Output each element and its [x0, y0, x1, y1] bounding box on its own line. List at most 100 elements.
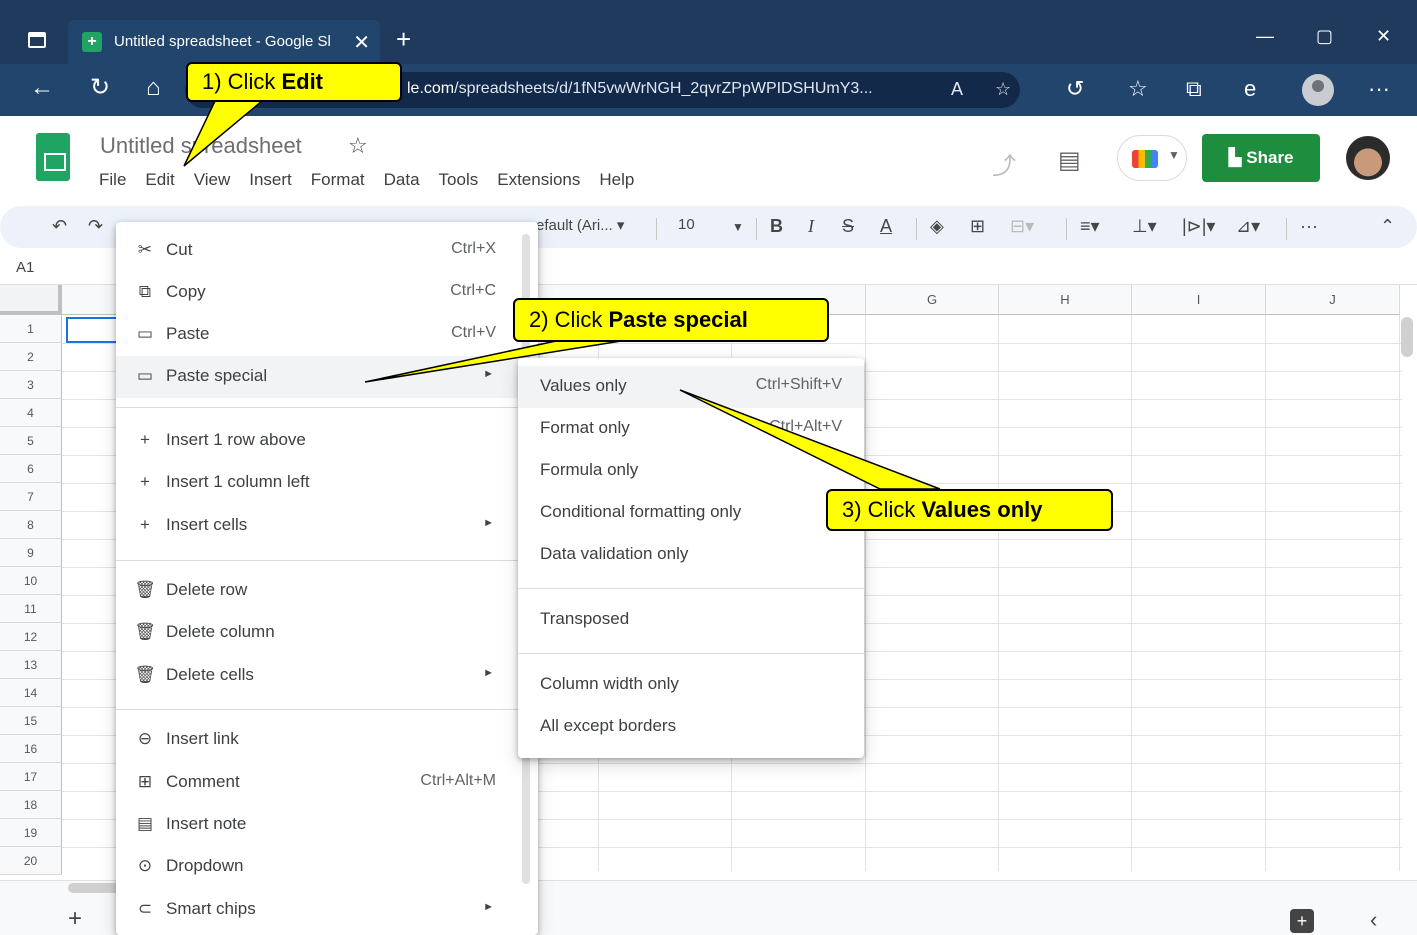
- italic-icon[interactable]: I: [808, 216, 814, 237]
- add-sheet-button[interactable]: +: [68, 905, 82, 933]
- back-icon[interactable]: ←: [30, 76, 54, 100]
- row-header[interactable]: 18: [0, 791, 62, 819]
- menu-item-comment[interactable]: ⊞ Comment Ctrl+Alt+M: [116, 762, 538, 804]
- horizontal-align-icon[interactable]: ≡▾: [1080, 216, 1100, 237]
- meet-button[interactable]: ▼: [1117, 135, 1187, 181]
- chevron-left-icon[interactable]: ‹: [1370, 907, 1377, 933]
- browser-tab[interactable]: + Untitled spreadsheet - Google Sl ✕: [68, 20, 380, 64]
- row-header[interactable]: 6: [0, 455, 62, 483]
- menu-format[interactable]: Format: [311, 170, 365, 189]
- submenu-item-data-validation-only[interactable]: Data validation only: [518, 534, 864, 576]
- submenu-item-transposed[interactable]: Transposed: [518, 599, 864, 641]
- extension-icon[interactable]: ↺: [1066, 76, 1084, 102]
- row-header[interactable]: 10: [0, 567, 62, 595]
- menu-item-copy[interactable]: ⧉ Copy Ctrl+C: [116, 272, 538, 314]
- favorite-icon[interactable]: ☆: [995, 79, 1011, 100]
- collapse-toolbar-icon[interactable]: ⌃: [1380, 216, 1395, 237]
- row-header[interactable]: 8: [0, 511, 62, 539]
- menu-item-delete-column[interactable]: 🗑 Delete column: [116, 612, 538, 654]
- more-toolbar-icon[interactable]: ···: [1300, 216, 1318, 237]
- sheets-logo-icon[interactable]: [36, 133, 70, 181]
- row-header[interactable]: 9: [0, 539, 62, 567]
- borders-icon[interactable]: ⊞: [970, 216, 985, 237]
- tab-actions-icon[interactable]: [28, 32, 46, 48]
- menu-item-cut[interactable]: ✂ Cut Ctrl+X: [116, 230, 538, 272]
- ie-mode-icon[interactable]: e: [1244, 76, 1256, 102]
- fill-color-icon[interactable]: ◈: [930, 216, 944, 237]
- font-size-select[interactable]: 10: [678, 216, 695, 233]
- text-color-icon[interactable]: A: [880, 216, 892, 237]
- explore-icon[interactable]: +: [1290, 909, 1314, 933]
- row-header[interactable]: 16: [0, 735, 62, 763]
- favorites-icon[interactable]: ☆: [1128, 76, 1148, 102]
- strikethrough-icon[interactable]: S: [842, 216, 854, 237]
- row-header[interactable]: 12: [0, 623, 62, 651]
- chevron-down-icon[interactable]: ▼: [732, 220, 744, 234]
- row-header[interactable]: 14: [0, 679, 62, 707]
- menu-item-insert-link[interactable]: ⊖ Insert link: [116, 719, 538, 761]
- close-window-button[interactable]: ✕: [1376, 26, 1391, 47]
- menu-item-smart-chips[interactable]: ⊂ Smart chips ►: [116, 889, 538, 931]
- submenu-item-formula-only[interactable]: Formula only: [518, 450, 864, 492]
- submenu-item-column-width-only[interactable]: Column width only: [518, 664, 864, 706]
- document-title[interactable]: Untitled spreadsheet: [100, 133, 302, 159]
- collections-icon[interactable]: ⧉: [1186, 76, 1202, 102]
- menu-item-insert-cells[interactable]: + Insert cells ►: [116, 505, 538, 547]
- row-header[interactable]: 5: [0, 427, 62, 455]
- menu-item-paste-special[interactable]: ▭ Paste special ►: [116, 356, 538, 398]
- vertical-scrollbar[interactable]: [1401, 317, 1413, 357]
- select-all-corner[interactable]: [0, 285, 62, 315]
- row-header[interactable]: 15: [0, 707, 62, 735]
- column-header-h[interactable]: H: [999, 285, 1132, 315]
- row-header[interactable]: 19: [0, 819, 62, 847]
- row-header[interactable]: 20: [0, 847, 62, 875]
- menu-item-delete-row[interactable]: 🗑 Delete row: [116, 570, 538, 612]
- menu-insert[interactable]: Insert: [249, 170, 292, 189]
- text-wrap-icon[interactable]: |⊳|▾: [1182, 216, 1215, 237]
- read-aloud-icon[interactable]: A: [951, 79, 963, 100]
- row-header[interactable]: 2: [0, 343, 62, 371]
- new-tab-button[interactable]: +: [396, 26, 411, 52]
- submenu-item-format-only[interactable]: Format only Ctrl+Alt+V: [518, 408, 864, 450]
- menu-item-dropdown[interactable]: ⊙ Dropdown: [116, 846, 538, 888]
- font-select[interactable]: efault (Ari... ▾: [536, 216, 624, 234]
- submenu-item-conditional-formatting-only[interactable]: Conditional formatting only: [518, 492, 864, 534]
- maximize-button[interactable]: ▢: [1316, 26, 1333, 47]
- redo-icon[interactable]: ↷: [88, 216, 103, 237]
- vertical-align-icon[interactable]: ⊥▾: [1132, 216, 1157, 237]
- profile-icon[interactable]: [1302, 74, 1334, 106]
- menu-view[interactable]: View: [194, 170, 231, 189]
- menu-item-insert-row-above[interactable]: + Insert 1 row above: [116, 420, 538, 462]
- undo-icon[interactable]: ↶: [52, 216, 67, 237]
- bold-icon[interactable]: B: [770, 216, 783, 237]
- menu-item-insert-note[interactable]: ▤ Insert note: [116, 804, 538, 846]
- column-header-j[interactable]: J: [1266, 285, 1400, 315]
- column-header-g[interactable]: G: [866, 285, 999, 315]
- merge-cells-icon[interactable]: ⊟▾: [1010, 216, 1034, 237]
- more-icon[interactable]: ···: [1368, 76, 1390, 102]
- activity-icon[interactable]: ⤴: [992, 146, 1016, 181]
- menu-tools[interactable]: Tools: [439, 170, 479, 189]
- share-button[interactable]: ▙ Share: [1202, 134, 1320, 182]
- row-header[interactable]: 13: [0, 651, 62, 679]
- menu-extensions[interactable]: Extensions: [497, 170, 580, 189]
- avatar[interactable]: [1346, 136, 1390, 180]
- home-icon[interactable]: ⌂: [146, 76, 161, 100]
- row-header[interactable]: 11: [0, 595, 62, 623]
- row-header[interactable]: 7: [0, 483, 62, 511]
- row-header[interactable]: 17: [0, 763, 62, 791]
- minimize-button[interactable]: —: [1256, 26, 1274, 47]
- text-rotation-icon[interactable]: ⊿▾: [1236, 216, 1260, 237]
- submenu-item-values-only[interactable]: Values only Ctrl+Shift+V: [518, 366, 864, 408]
- column-header-i[interactable]: I: [1132, 285, 1266, 315]
- menu-data[interactable]: Data: [384, 170, 420, 189]
- name-box[interactable]: A1: [16, 259, 34, 276]
- row-header[interactable]: 4: [0, 399, 62, 427]
- menu-item-paste[interactable]: ▭ Paste Ctrl+V: [116, 314, 538, 356]
- row-header[interactable]: 3: [0, 371, 62, 399]
- menu-edit[interactable]: Edit: [145, 170, 174, 189]
- selected-cell-a1[interactable]: [66, 317, 118, 343]
- menu-item-delete-cells[interactable]: 🗑 Delete cells ►: [116, 655, 538, 697]
- submenu-item-all-except-borders[interactable]: All except borders: [518, 706, 864, 748]
- menu-item-insert-column-left[interactable]: + Insert 1 column left: [116, 462, 538, 504]
